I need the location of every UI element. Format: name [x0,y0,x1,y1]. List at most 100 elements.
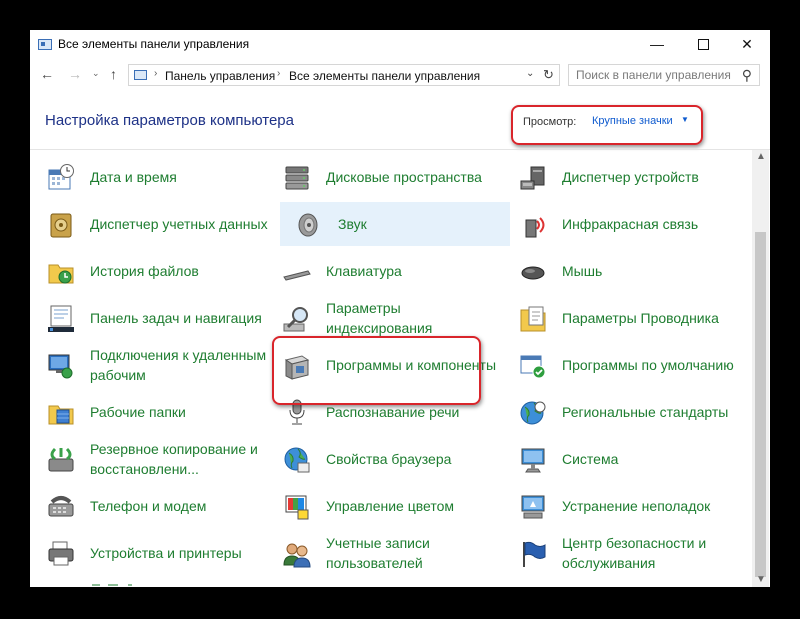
maximize-icon [697,39,709,50]
control-panel-icon [38,39,52,50]
folder-options-icon [520,306,546,332]
recent-locations-button[interactable]: ⌄ [92,68,100,79]
taskbar-icon [48,305,74,332]
item-mouse[interactable]: Мышь [504,249,750,293]
highlight-frame-programs [272,336,481,405]
vault-icon [50,213,72,238]
item-label: Клавиатура [326,263,402,279]
item-label: Параметры Проводника [562,310,719,326]
users-icon [283,543,311,568]
title-bar: Все элементы панели управления — ✕ [30,30,770,60]
mouse-icon [521,266,545,280]
item-system[interactable]: Система [504,437,750,481]
item-label: Свойства браузера [326,451,452,467]
navigation-bar: ← → ⌄ ↑ › Панель управления › Все элемен… [30,60,770,90]
control-panel-window: Все элементы панели управления — ✕ ← → ⌄… [30,30,770,587]
item-explorer-options[interactable]: Параметры Проводника [504,296,750,340]
item-label: Региональные стандарты [562,404,729,420]
item-indexing-options[interactable]: Параметры индексирования [268,296,504,340]
breadcrumb-all-items[interactable]: Все элементы панели управления [289,69,480,83]
globe-clock-icon [520,401,546,425]
item-storage-spaces[interactable]: Дисковые пространства [268,155,504,199]
up-button[interactable]: ↑ [110,66,117,82]
troubleshoot-icon [521,495,545,519]
item-file-history[interactable]: История файлов [32,249,264,293]
refresh-button[interactable]: ↻ [543,67,554,83]
phone-modem-icon [48,496,74,517]
browser-globe-icon [284,447,310,473]
item-label: Управление цветом [326,498,455,514]
color-management-icon [285,495,309,520]
item-label: Панель задач и навигация [90,310,262,326]
item-default-programs[interactable]: Программы по умолчанию [504,343,750,387]
item-label: Центр безопасности и обслуживания [562,535,707,571]
search-icon[interactable]: ⚲ [742,67,752,84]
indexing-icon [283,307,308,332]
default-programs-icon [520,355,546,379]
item-taskbar-navigation[interactable]: Панель задач и навигация [32,296,264,340]
maximize-button[interactable] [680,30,726,60]
item-keyboard[interactable]: Клавиатура [268,249,504,293]
forward-button[interactable]: → [68,66,82,82]
item-internet-options[interactable]: Свойства браузера [268,437,504,481]
item-label: Диспетчер учетных данных [90,216,268,232]
item-label: Звук [338,216,367,232]
item-label: Диспетчер устройств [562,169,699,185]
item-label: Подключения к удаленным рабочим [90,347,267,383]
storage-stack-icon [285,166,309,190]
device-manager-icon [520,166,545,190]
minimize-button[interactable]: — [634,30,680,60]
item-backup-restore[interactable]: Резервное копирование и восстановлени... [32,437,264,481]
calendar-clock-icon [48,164,74,190]
item-label: Рабочие папки [90,404,186,420]
item-devices-printers[interactable]: Устройства и принтеры [32,531,264,575]
item-sound[interactable]: Звук [280,202,510,246]
backup-icon [48,447,74,472]
file-history-icon [48,264,74,284]
search-box[interactable]: ⚲ [568,64,760,86]
item-credential-manager[interactable]: Диспетчер учетных данных [32,202,268,246]
item-label: Резервное копирование и восстановлени... [90,441,258,477]
page-title: Настройка параметров компьютера [45,112,294,129]
item-remote-desktop[interactable]: Подключения к удаленным рабочим [32,343,266,387]
flag-icon [523,541,546,567]
item-label: Программы по умолчанию [562,357,734,373]
item-label: Устранение неполадок [562,498,711,514]
item-device-manager[interactable]: Диспетчер устройств [504,155,750,199]
item-label: Параметры индексирования [326,300,433,336]
item-label: Дата и время [90,169,177,185]
item-label: Система [562,451,619,467]
item-label: Инфракрасная связь [562,216,699,232]
breadcrumb-separator[interactable]: › [154,68,157,79]
remote-desktop-icon [48,354,73,379]
next-row-fragment [92,584,132,586]
item-label: Телефон и модем [90,498,207,514]
address-dropdown-button[interactable]: ⌄ [526,68,534,79]
vertical-scrollbar[interactable]: ▲ ▼ [752,150,769,587]
printer-icon [48,541,74,566]
keyboard-icon [283,270,311,281]
address-bar[interactable]: › Панель управления › Все элементы панел… [128,64,560,86]
back-button[interactable]: ← [40,66,54,82]
work-folders-icon [48,405,74,425]
scroll-down-button[interactable]: ▼ [756,574,766,585]
item-infrared[interactable]: Инфракрасная связь [504,202,750,246]
item-troubleshooting[interactable]: Устранение неполадок [504,484,750,528]
search-input[interactable] [569,65,736,85]
breadcrumb-separator[interactable]: › [277,68,280,79]
breadcrumb-control-panel[interactable]: Панель управления [165,69,275,83]
item-regional-settings[interactable]: Региональные стандарты [504,390,750,434]
close-button[interactable]: ✕ [724,30,770,60]
item-phone-modem[interactable]: Телефон и модем [32,484,264,528]
scroll-thumb[interactable] [755,232,766,577]
infrared-icon [525,217,545,238]
item-work-folders[interactable]: Рабочие папки [32,390,264,434]
item-color-management[interactable]: Управление цветом [268,484,504,528]
window-title: Все элементы панели управления [58,37,250,51]
item-label: Учетные записи пользователей [326,535,430,571]
speaker-icon [298,213,318,237]
scroll-up-button[interactable]: ▲ [756,151,766,162]
item-date-time[interactable]: Дата и время [32,155,264,199]
item-security-maintenance[interactable]: Центр безопасности и обслуживания [504,531,750,575]
item-user-accounts[interactable]: Учетные записи пользователей [268,531,504,575]
